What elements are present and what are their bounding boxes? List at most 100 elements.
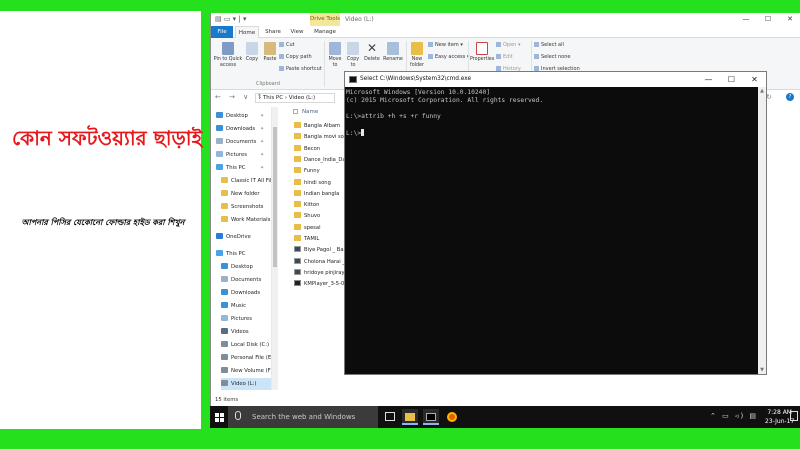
start-button[interactable] — [210, 406, 228, 428]
sidebar-item[interactable]: This PC — [216, 248, 271, 260]
taskbar: Search the web and Windows ⌃ ▭ ◃) ▤ 7:28… — [210, 406, 800, 428]
sidebar-item[interactable]: Downloads — [221, 287, 271, 299]
sidebar-item[interactable]: Music — [221, 300, 271, 312]
file-list-item[interactable]: Bangla Albam — [294, 121, 340, 132]
sidebar-item[interactable]: Local Disk (C:) — [221, 339, 271, 351]
properties-icon — [476, 42, 488, 55]
system-tray-icons[interactable]: ⌃ ▭ ◃) ▤ — [710, 412, 758, 420]
help-icon[interactable]: ? — [786, 93, 794, 101]
folder-icon — [294, 133, 301, 140]
video-file-icon — [294, 246, 301, 253]
tab-view[interactable]: View — [287, 26, 307, 38]
sidebar-item[interactable]: Pictures ✦ — [216, 149, 271, 161]
tab-manage[interactable]: Manage — [312, 26, 338, 38]
navigation-scrollbar[interactable] — [272, 107, 278, 390]
search-box[interactable]: Search the web and Windows — [228, 406, 378, 428]
select-none-button[interactable]: Select none — [534, 54, 571, 61]
file-list-item[interactable]: Becon — [294, 144, 320, 155]
properties-button[interactable]: Properties — [470, 42, 494, 63]
file-list-item[interactable]: spesal — [294, 223, 321, 234]
file-list-item[interactable]: Funny — [294, 166, 320, 177]
column-header-name[interactable]: Name — [293, 109, 318, 115]
sidebar-item[interactable]: Desktop ✦ — [216, 110, 271, 122]
scissors-icon — [279, 42, 284, 47]
file-list-item[interactable]: Indian bangla — [294, 189, 339, 200]
sidebar-item[interactable]: Documents ✦ — [216, 136, 271, 148]
file-list-item[interactable]: hindi song — [294, 178, 331, 189]
cmd-console[interactable]: Microsoft Windows [Version 10.0.10240] (… — [345, 87, 758, 374]
easy-access-button[interactable]: Easy access ▾ — [428, 54, 469, 61]
file-name: Indian bangla — [304, 190, 340, 197]
sidebar-item[interactable]: New folder — [221, 188, 271, 200]
sidebar-item[interactable]: Downloads ✦ — [216, 123, 271, 135]
address-bar[interactable]: › This PC › Video (L:) — [255, 93, 335, 103]
sidebar-item[interactable]: Screenshots — [221, 201, 271, 213]
sidebar-item[interactable]: New Volume (F:) — [221, 365, 271, 377]
folder-icon — [221, 177, 228, 183]
scrollbar-thumb[interactable] — [273, 127, 277, 267]
file-list-item[interactable]: Kitton — [294, 200, 319, 211]
pin-quick-access-button[interactable]: Pin to Quick access — [213, 42, 243, 69]
minimize-button[interactable]: — — [735, 13, 757, 26]
paste-button[interactable]: Paste — [261, 42, 279, 63]
delete-button[interactable]: ✕ Delete — [362, 42, 382, 63]
cmd-taskbar-icon[interactable] — [423, 409, 439, 425]
sidebar-item[interactable]: Personal File (E:) — [221, 352, 271, 364]
maximize-button[interactable]: ☐ — [757, 13, 779, 26]
file-list-item[interactable]: Bangla movi song — [294, 132, 350, 143]
close-button[interactable]: ✕ — [779, 13, 800, 26]
scroll-up-arrow-icon[interactable]: ▲ — [758, 88, 766, 94]
open-button[interactable]: Open ▾ — [496, 42, 520, 49]
copy-to-button[interactable]: Copy to — [344, 42, 362, 69]
tab-share[interactable]: Share — [262, 26, 284, 38]
console-line: Microsoft Windows [Version 10.0.10240] — [346, 89, 491, 96]
sidebar-item[interactable]: OneDrive — [216, 231, 271, 243]
action-center-icon[interactable] — [790, 411, 798, 421]
folder-icon — [294, 144, 301, 151]
console-icon — [426, 413, 436, 421]
sidebar-item[interactable]: This PC ✦ — [216, 162, 271, 174]
drive-icon — [221, 354, 228, 360]
sidebar-item[interactable]: Documents — [221, 274, 271, 286]
tab-home[interactable]: Home — [235, 26, 259, 38]
copy-path-button[interactable]: Copy path — [279, 54, 312, 61]
sidebar-item[interactable]: Desktop — [221, 261, 271, 273]
video-file-icon — [294, 257, 301, 264]
quick-access-toolbar[interactable]: ▤ ▭ ▾ | ▾ — [215, 15, 247, 23]
cmd-minimize-button[interactable]: — — [697, 72, 720, 87]
file-list-item[interactable]: Shuvo — [294, 211, 320, 222]
sidebar-item[interactable]: Classic IT All File — [221, 175, 271, 187]
sidebar-item[interactable]: Work Materials — [221, 214, 271, 226]
task-view-glyph — [385, 412, 395, 421]
file-list-item[interactable]: TAMIL — [294, 234, 319, 245]
sidebar-item[interactable]: Video (L:) — [221, 378, 271, 390]
file-explorer-taskbar-icon[interactable] — [402, 409, 418, 425]
copy-button[interactable]: Copy — [243, 42, 261, 63]
sidebar-item[interactable]: Videos — [221, 326, 271, 338]
copy-icon — [246, 42, 258, 55]
cmd-close-button[interactable]: ✕ — [743, 72, 766, 87]
edit-button[interactable]: Edit — [496, 54, 513, 61]
microphone-icon[interactable] — [235, 411, 241, 420]
folder-icon — [294, 178, 301, 185]
tab-file[interactable]: File — [211, 26, 233, 38]
cut-button[interactable]: Cut — [279, 42, 295, 49]
task-view-icon[interactable] — [382, 409, 398, 425]
cmd-scrollbar[interactable]: ▲ ▼ — [758, 87, 766, 374]
paste-shortcut-button[interactable]: Paste shortcut — [279, 66, 322, 73]
select-all-checkbox[interactable] — [293, 109, 298, 114]
new-item-button[interactable]: New item ▾ — [428, 42, 463, 49]
cmd-titlebar[interactable]: Select C:\Windows\System32\cmd.exe — ☐ ✕ — [345, 72, 766, 87]
scroll-down-arrow-icon[interactable]: ▼ — [758, 367, 766, 373]
drive-tools-context-tab[interactable]: Drive Tools — [310, 13, 340, 26]
move-to-button[interactable]: Move to — [326, 42, 344, 69]
cmd-maximize-button[interactable]: ☐ — [720, 72, 743, 87]
rename-button[interactable]: Rename — [382, 42, 404, 63]
ribbon-separator — [324, 41, 325, 87]
new-folder-button[interactable]: New folder — [408, 42, 426, 69]
sidebar-item[interactable]: Pictures — [221, 313, 271, 325]
select-all-icon — [534, 42, 539, 47]
firefox-taskbar-icon[interactable] — [444, 409, 460, 425]
file-name: spesal — [304, 224, 321, 231]
select-all-button[interactable]: Select all — [534, 42, 564, 49]
